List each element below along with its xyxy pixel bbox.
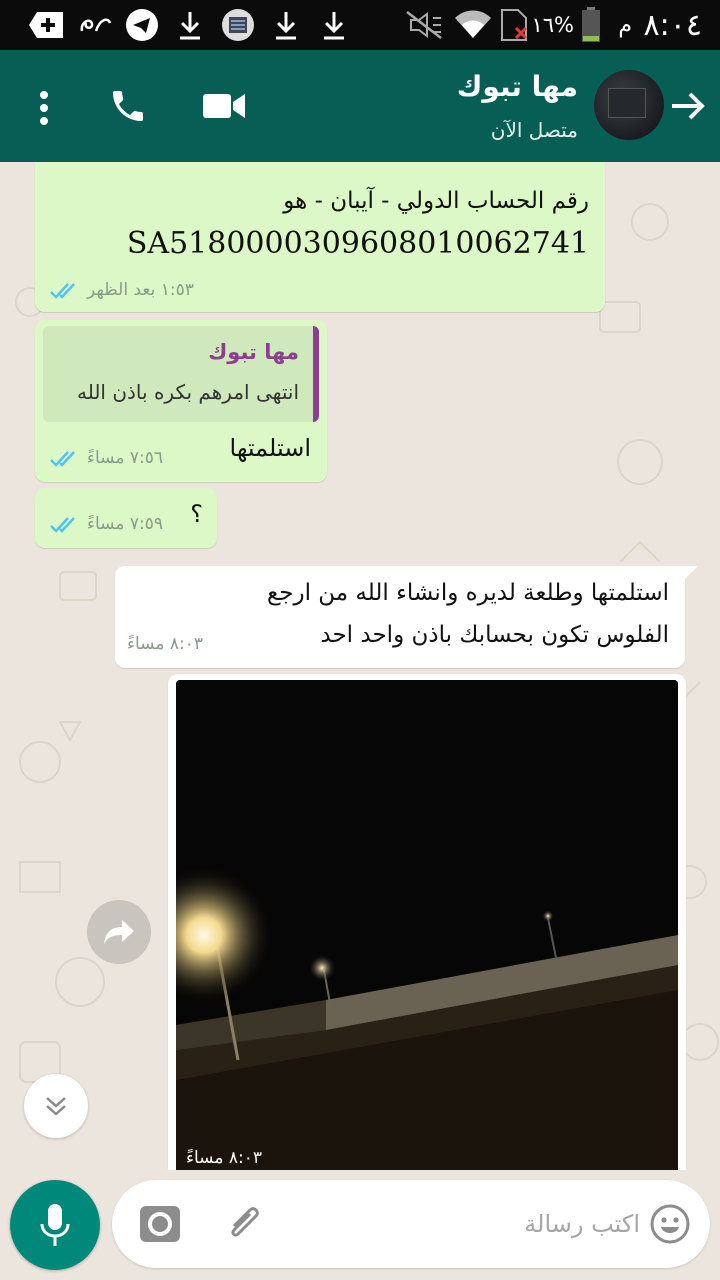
more-options-icon[interactable] — [22, 86, 66, 130]
double-chevron-down-icon — [46, 1097, 66, 1116]
message-text: ؟ — [190, 500, 203, 528]
no-sim-icon — [498, 0, 530, 50]
chat-header: مها تبوك متصل الآن — [0, 50, 720, 162]
message-time: ٨:٠٣ مساءً — [127, 634, 203, 654]
forward-button[interactable] — [87, 900, 151, 964]
app-logo-icon — [76, 0, 116, 50]
video-call-icon[interactable] — [198, 84, 250, 128]
message-composer — [112, 1180, 710, 1268]
quote-author: مها تبوك — [208, 340, 299, 364]
message-text: استلمتها — [229, 434, 311, 462]
battery-percent: ١٦% — [531, 13, 574, 37]
message-bubble-outgoing[interactable]: رقم الحساب الدولي - آيبان - هو SA5180000… — [35, 162, 605, 312]
download-icon-3 — [320, 0, 348, 50]
message-text: رقم الحساب الدولي - آيبان - هو — [283, 188, 589, 214]
message-text-line2: الفلوس تكون بحسابك باذن واحد احد — [320, 622, 669, 648]
microphone-icon — [40, 1204, 70, 1246]
forward-arrow-icon — [104, 920, 134, 944]
shared-photo[interactable] — [176, 680, 678, 1170]
contact-status: متصل الآن — [490, 118, 578, 142]
download-icon-2 — [272, 0, 300, 50]
read-ticks-icon — [49, 516, 81, 538]
bubble-tail — [684, 566, 698, 580]
battery-icon — [580, 0, 602, 50]
message-time: ١:٥٣ بعد الظهر — [87, 280, 194, 300]
message-bubble-outgoing[interactable]: ؟ ٧:٥٩ مساءً — [35, 488, 217, 548]
voice-call-icon[interactable] — [104, 82, 152, 130]
message-time: ٧:٥٦ مساءً — [87, 448, 163, 468]
quote-text: انتهى امرهم بكره باذن الله — [76, 380, 299, 404]
attach-icon[interactable] — [220, 1200, 268, 1248]
message-input[interactable] — [412, 1204, 640, 1244]
download-icon — [176, 0, 204, 50]
chat-area: رقم الحساب الدولي - آيبان - هو SA5180000… — [0, 162, 720, 1170]
status-bar: ١٦% م ٨:٠٤ — [0, 0, 720, 50]
message-bubble-incoming[interactable]: استلمتها وطلعة لديره وانشاء الله من ارجع… — [115, 566, 685, 668]
avatar[interactable] — [594, 70, 664, 140]
message-time: ٧:٥٩ مساءً — [87, 514, 163, 534]
emoji-icon[interactable] — [646, 1200, 694, 1248]
quoted-message[interactable]: مها تبوك انتهى امرهم بكره باذن الله — [43, 326, 319, 422]
back-arrow-icon[interactable] — [668, 86, 708, 126]
camera-icon[interactable] — [136, 1200, 184, 1248]
read-ticks-icon — [49, 450, 81, 472]
wifi-icon — [452, 0, 494, 50]
calculator-app-icon — [220, 0, 256, 50]
telegram-icon — [124, 0, 160, 50]
contact-name[interactable]: مها تبوك — [457, 70, 578, 103]
add-notification-icon — [28, 0, 64, 50]
read-ticks-icon — [49, 282, 81, 304]
status-time: ٨:٠٤ — [643, 7, 702, 43]
voice-message-button[interactable] — [10, 1180, 100, 1270]
scroll-down-button[interactable] — [24, 1074, 88, 1138]
iban-number: SA5180000309608010062741 — [126, 226, 589, 261]
mute-icon — [404, 0, 444, 50]
status-ampm: م — [618, 12, 632, 38]
message-text-line1: استلمتها وطلعة لديره وانشاء الله من ارجع — [267, 580, 669, 606]
message-bubble-outgoing-reply[interactable]: مها تبوك انتهى امرهم بكره باذن الله استل… — [35, 320, 327, 482]
image-time: ٨:٠٣ مساءً — [186, 1148, 262, 1168]
